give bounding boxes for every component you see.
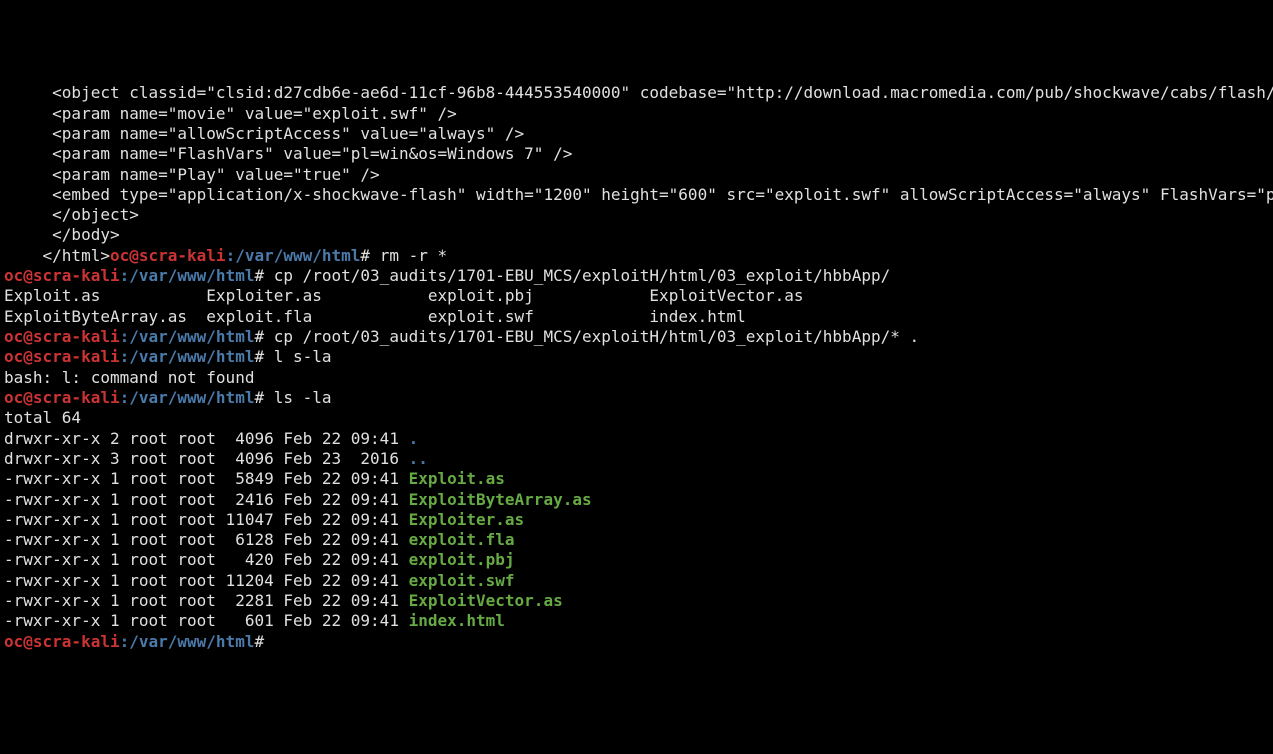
ls-row: -rwxr-xr-x 1 root root 6128 Feb 22 09:41… [4, 530, 1269, 550]
prompt-path: :/var/www/html [120, 327, 255, 346]
ls-meta: -rwxr-xr-x 1 root root 11204 Feb 22 09:4… [4, 571, 409, 590]
tab-file: ExploitByteArray.as [4, 307, 187, 326]
cmd-ls: ls -la [274, 388, 332, 407]
prompt-user: oc@scra-kali [4, 632, 120, 651]
html-line: <embed type="application/x-shockwave-fla… [4, 185, 1269, 205]
prompt-path: :/var/www/html [120, 266, 255, 285]
ls-file: Exploiter.as [409, 510, 525, 529]
ls-row: -rwxr-xr-x 1 root root 2416 Feb 22 09:41… [4, 490, 1269, 510]
ls-dir: . [409, 429, 419, 448]
cmd-cp-final: cp /root/03_audits/1701-EBU_MCS/exploitH… [274, 327, 919, 346]
prompt-line: </html>oc@scra-kali:/var/www/html# rm -r… [4, 246, 1269, 266]
ls-row: -rwxr-xr-x 1 root root 5849 Feb 22 09:41… [4, 469, 1269, 489]
tab-file: exploit.pbj [428, 286, 534, 305]
ls-file: ExploitByteArray.as [409, 490, 592, 509]
terminal-output[interactable]: <object classid="clsid:d27cdb6e-ae6d-11c… [4, 83, 1269, 652]
ls-meta: -rwxr-xr-x 1 root root 601 Feb 22 09:41 [4, 611, 409, 630]
ls-file: index.html [409, 611, 505, 630]
prompt-user: oc@scra-kali [4, 327, 120, 346]
ls-file: exploit.fla [409, 530, 515, 549]
ls-row: -rwxr-xr-x 1 root root 420 Feb 22 09:41 … [4, 550, 1269, 570]
ls-file: exploit.swf [409, 571, 515, 590]
tab-file: exploit.swf [428, 307, 534, 326]
tab-file: Exploiter.as [206, 286, 322, 305]
ls-meta: -rwxr-xr-x 1 root root 6128 Feb 22 09:41 [4, 530, 409, 549]
ls-meta: -rwxr-xr-x 1 root root 11047 Feb 22 09:4… [4, 510, 409, 529]
ls-file: Exploit.as [409, 469, 505, 488]
tab-file: index.html [649, 307, 745, 326]
prompt-symbol: # [254, 266, 273, 285]
prompt-line-current[interactable]: oc@scra-kali:/var/www/html# [4, 632, 1269, 652]
prompt-user: oc@scra-kali [110, 246, 226, 265]
prompt-line: oc@scra-kali:/var/www/html# l s-la [4, 347, 1269, 367]
prompt-symbol: # [254, 327, 273, 346]
prompt-symbol: # [254, 388, 273, 407]
tab-completion-row: ExploitByteArray.as exploit.fla exploit.… [4, 307, 1269, 327]
tab-completion-row: Exploit.as Exploiter.as exploit.pbj Expl… [4, 286, 1269, 306]
ls-meta: -rwxr-xr-x 1 root root 2416 Feb 22 09:41 [4, 490, 409, 509]
ls-total: total 64 [4, 408, 1269, 428]
ls-row: -rwxr-xr-x 1 root root 601 Feb 22 09:41 … [4, 611, 1269, 631]
prompt-path: :/var/www/html [120, 347, 255, 366]
ls-dir: .. [409, 449, 428, 468]
ls-file: exploit.pbj [409, 550, 515, 569]
prompt-path: :/var/www/html [120, 632, 255, 651]
html-line: <object classid="clsid:d27cdb6e-ae6d-11c… [4, 83, 1269, 103]
ls-meta: drwxr-xr-x 2 root root 4096 Feb 22 09:41 [4, 429, 409, 448]
ls-row: drwxr-xr-x 3 root root 4096 Feb 23 2016 … [4, 449, 1269, 469]
html-line-end: </html> [4, 246, 110, 265]
html-line: </object> [4, 205, 1269, 225]
ls-file: ExploitVector.as [409, 591, 563, 610]
ls-row: -rwxr-xr-x 1 root root 11204 Feb 22 09:4… [4, 571, 1269, 591]
tab-file: exploit.fla [206, 307, 312, 326]
prompt-path: :/var/www/html [226, 246, 361, 265]
prompt-path: :/var/www/html [120, 388, 255, 407]
cmd-rm: rm -r * [380, 246, 447, 265]
prompt-symbol: # [254, 347, 273, 366]
ls-meta: drwxr-xr-x 3 root root 4096 Feb 23 2016 [4, 449, 409, 468]
prompt-line: oc@scra-kali:/var/www/html# cp /root/03_… [4, 327, 1269, 347]
html-line: </body> [4, 225, 1269, 245]
prompt-user: oc@scra-kali [4, 388, 120, 407]
html-line: <param name="FlashVars" value="pl=win&os… [4, 144, 1269, 164]
error-line: bash: l: command not found [4, 368, 1269, 388]
prompt-line: oc@scra-kali:/var/www/html# ls -la [4, 388, 1269, 408]
html-line: <param name="allowScriptAccess" value="a… [4, 124, 1269, 144]
ls-meta: -rwxr-xr-x 1 root root 2281 Feb 22 09:41 [4, 591, 409, 610]
tab-file: Exploit.as [4, 286, 100, 305]
cmd-cp-tab: cp /root/03_audits/1701-EBU_MCS/exploitH… [274, 266, 891, 285]
ls-row: -rwxr-xr-x 1 root root 11047 Feb 22 09:4… [4, 510, 1269, 530]
html-line: <param name="Play" value="true" /> [4, 165, 1269, 185]
ls-meta: -rwxr-xr-x 1 root root 5849 Feb 22 09:41 [4, 469, 409, 488]
cmd-bad: l s-la [274, 347, 332, 366]
prompt-user: oc@scra-kali [4, 266, 120, 285]
prompt-symbol: # [254, 632, 273, 651]
ls-row: drwxr-xr-x 2 root root 4096 Feb 22 09:41… [4, 429, 1269, 449]
prompt-line: oc@scra-kali:/var/www/html# cp /root/03_… [4, 266, 1269, 286]
html-line: <param name="movie" value="exploit.swf" … [4, 104, 1269, 124]
ls-row: -rwxr-xr-x 1 root root 2281 Feb 22 09:41… [4, 591, 1269, 611]
prompt-symbol: # [360, 246, 379, 265]
tab-file: ExploitVector.as [649, 286, 803, 305]
ls-meta: -rwxr-xr-x 1 root root 420 Feb 22 09:41 [4, 550, 409, 569]
prompt-user: oc@scra-kali [4, 347, 120, 366]
